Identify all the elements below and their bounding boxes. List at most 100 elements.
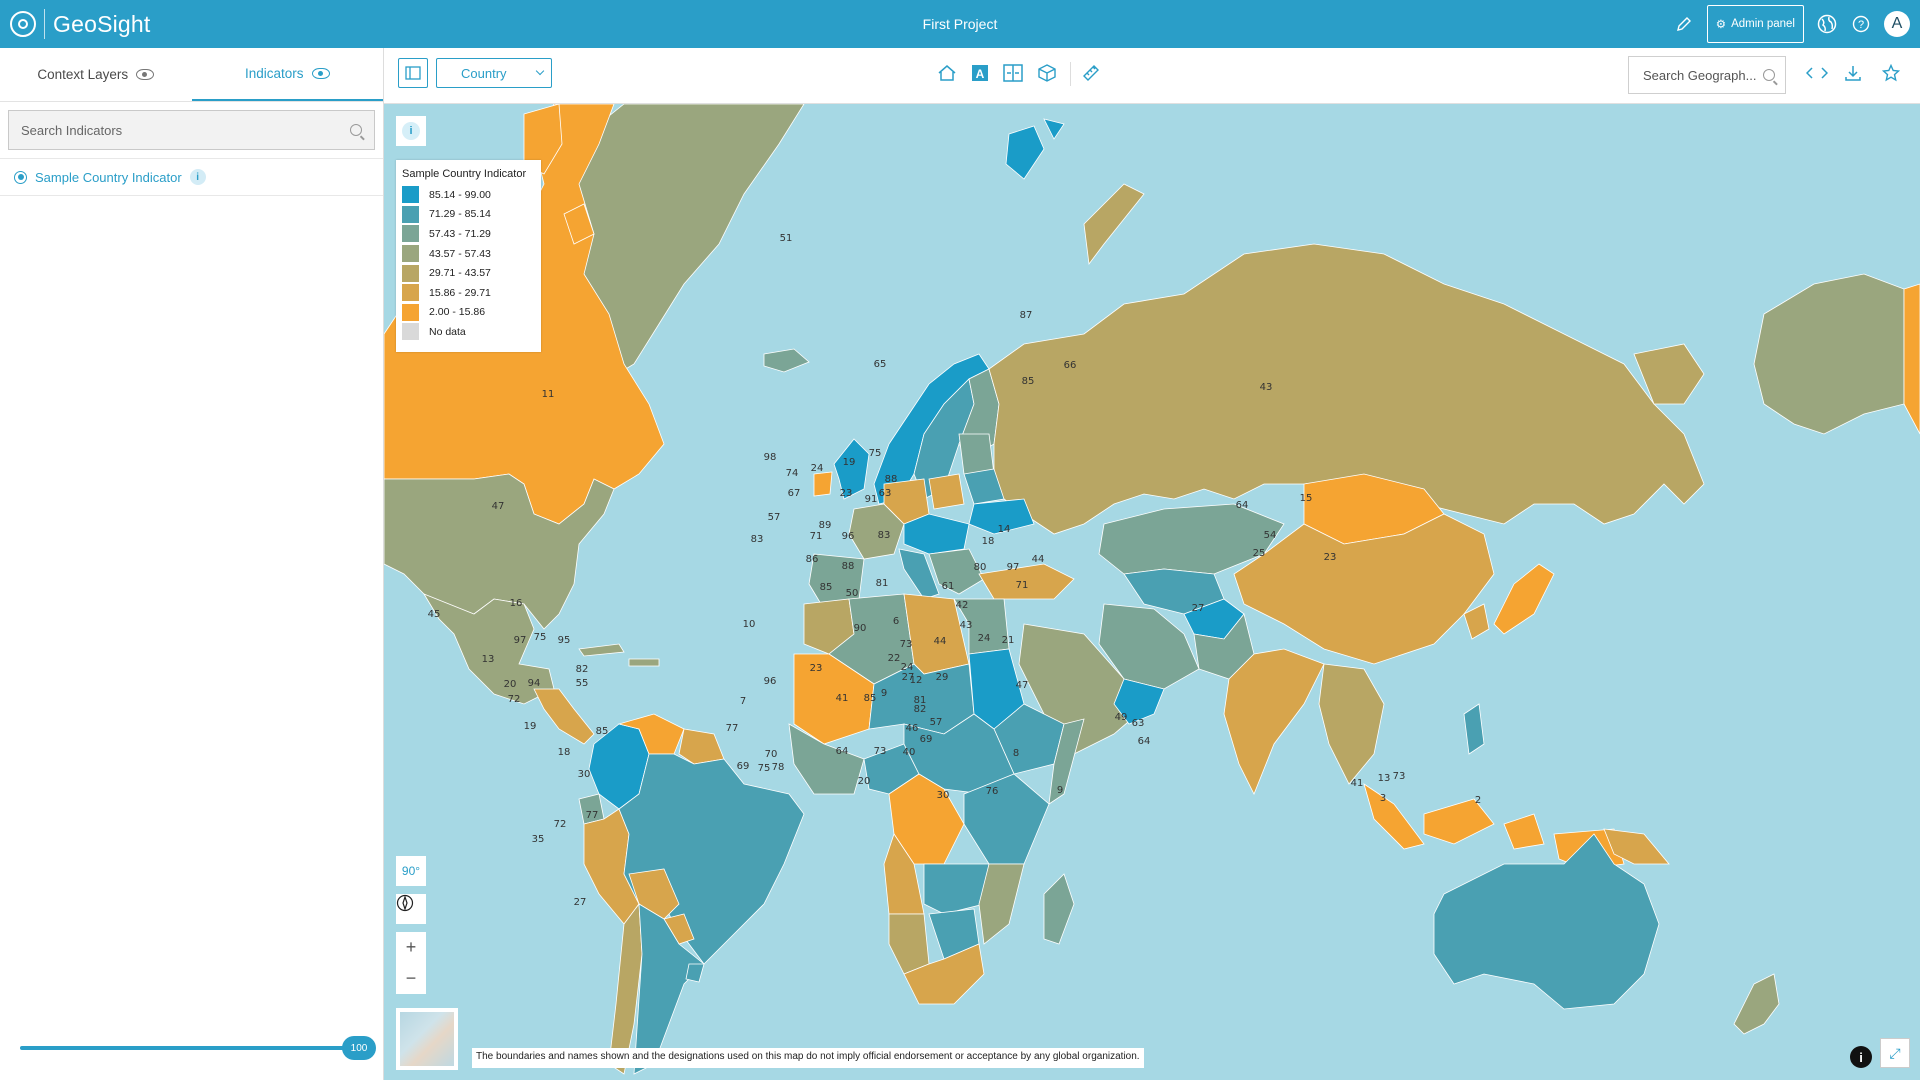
zoom-in-button[interactable]: + [406,932,417,963]
label-icon[interactable]: A [969,63,991,83]
svg-text:47: 47 [1016,680,1029,691]
admin-panel-button[interactable]: ⚙ Admin panel [1706,5,1804,43]
tab-context-layers[interactable]: Context Layers [0,48,192,101]
svg-text:40: 40 [903,747,916,758]
svg-text:8: 8 [1013,748,1019,759]
info-icon[interactable]: i [189,169,206,185]
svg-text:85: 85 [820,582,833,593]
compass-button[interactable] [396,894,426,924]
svg-text:75: 75 [758,763,771,774]
svg-text:14: 14 [998,524,1011,535]
fullscreen-icon[interactable]: ⤢ [1880,1038,1910,1068]
svg-text:82: 82 [914,704,927,715]
region-novaya-zemlya [1083,183,1145,266]
svg-text:85: 85 [1022,376,1035,387]
svg-text:70: 70 [765,749,778,760]
svg-text:88: 88 [885,474,898,485]
legend-label: No data [429,325,466,338]
region-japan [1493,563,1555,635]
tab-indicators[interactable]: Indicators [191,48,383,101]
radio-selected[interactable] [14,170,27,184]
geography-search-input[interactable] [1643,67,1763,83]
svg-text:19: 19 [524,721,537,732]
indicator-search-input[interactable] [21,122,350,138]
transparency-slider[interactable]: 100 [20,1036,376,1060]
svg-text:13: 13 [482,654,495,665]
slider-track[interactable] [20,1046,352,1050]
legend-swatch [402,186,419,204]
indicator-label[interactable]: Sample Country Indicator [35,170,182,185]
svg-text:6: 6 [893,616,899,627]
toggle-panel-button[interactable] [398,58,428,88]
svg-text:85: 85 [864,693,877,704]
globe-icon[interactable] [1816,13,1838,35]
help-icon[interactable]: ? [1850,13,1872,35]
region-india [1223,648,1325,795]
map-info-button[interactable]: i [396,116,426,146]
svg-text:55: 55 [576,678,589,689]
user-avatar[interactable]: A [1884,11,1910,37]
svg-text:43: 43 [960,620,973,631]
download-icon[interactable] [1842,63,1864,83]
legend-label: 71.29 - 85.14 [429,208,491,221]
slider-thumb[interactable]: 100 [342,1036,376,1060]
admin-level-select[interactable]: Country [436,58,552,88]
svg-text:7: 7 [740,696,746,707]
svg-text:86: 86 [806,554,819,565]
measure-icon[interactable] [1080,63,1102,83]
svg-text:77: 77 [586,810,599,821]
map-canvas[interactable]: 51 65 87 85 66 11 47 43 15 23 64 45 16 9… [384,104,1920,1080]
svg-text:42: 42 [956,600,969,611]
basemap-switcher[interactable] [396,1008,458,1070]
top-bar: GeoSight First Project ⚙ Admin panel ? A [0,0,1920,48]
svg-text:11: 11 [542,389,555,400]
region-baltics [958,433,995,475]
svg-text:35: 35 [532,834,545,845]
pencil-icon[interactable] [1673,13,1695,35]
3d-icon[interactable] [1036,63,1058,83]
left-panel: Context Layers Indicators Sample Country… [0,48,384,1080]
legend-item: No data [402,322,535,342]
attribution-icon[interactable]: i [1850,1046,1872,1068]
svg-text:98: 98 [764,452,777,463]
region-canada-west [1903,283,1920,435]
svg-text:18: 18 [982,536,995,547]
region-caribbean [578,643,660,667]
svg-text:85: 85 [596,726,609,737]
compare-icon[interactable] [1002,63,1024,83]
svg-text:27: 27 [1192,603,1205,614]
svg-text:44: 44 [1032,554,1045,565]
svg-text:94: 94 [528,678,541,689]
svg-text:12: 12 [910,675,923,686]
legend-item: 43.57 - 57.43 [402,244,535,264]
indicator-search[interactable] [8,110,375,150]
embed-code-icon[interactable] [1806,63,1828,83]
brand[interactable]: GeoSight [0,0,151,48]
map-disclaimer: The boundaries and names shown and the d… [472,1048,1144,1068]
legend-label: 85.14 - 99.00 [429,188,491,201]
svg-text:57: 57 [930,717,943,728]
region-madagascar [1043,873,1075,945]
legend-label: 15.86 - 29.71 [429,286,491,299]
region-svalbard [1005,118,1065,180]
svg-text:10: 10 [743,619,756,630]
zoom-out-button[interactable]: − [406,963,417,994]
eye-icon[interactable] [136,69,155,80]
svg-text:71: 71 [1016,580,1029,591]
pitch-button[interactable]: 90° [396,856,426,886]
region-poland [928,473,965,510]
svg-text:97: 97 [514,635,527,646]
region-australia [1433,833,1660,1010]
region-iceland [763,348,810,373]
svg-text:87: 87 [1020,310,1033,321]
indicator-item[interactable]: Sample Country Indicator i [0,158,383,196]
svg-text:20: 20 [858,776,871,787]
bookmark-star-icon[interactable] [1880,63,1902,83]
choropleth-map[interactable]: 51 65 87 85 66 11 47 43 15 23 64 45 16 9… [384,104,1920,1080]
svg-text:24: 24 [901,662,914,673]
svg-text:29: 29 [936,672,949,683]
eye-icon[interactable] [311,68,330,79]
region-mainland-sea [1318,663,1385,785]
geography-search[interactable] [1628,56,1786,94]
home-icon[interactable] [936,63,958,83]
